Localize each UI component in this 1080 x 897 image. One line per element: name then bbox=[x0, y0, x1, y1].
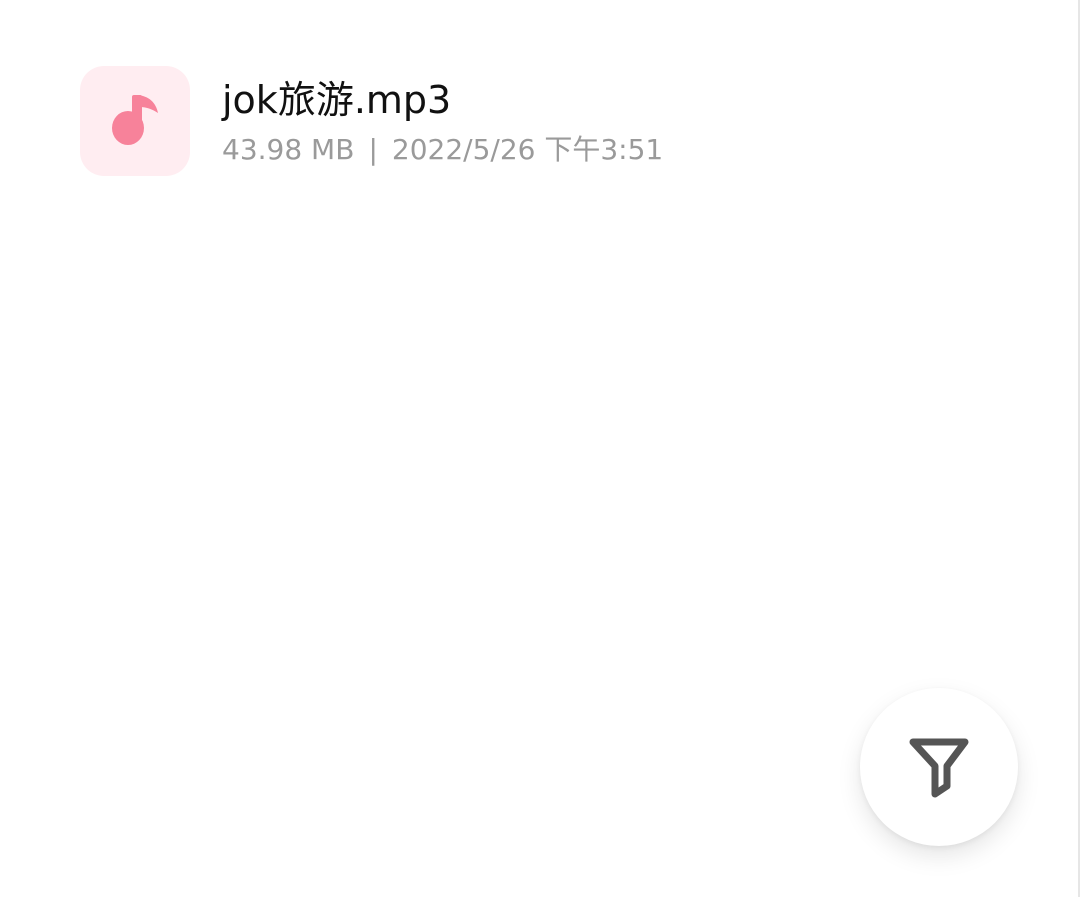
music-note-icon bbox=[112, 95, 158, 145]
file-list-item[interactable]: jok旅游.mp3 43.98 MB | 2022/5/26 下午3:51 bbox=[80, 66, 1040, 176]
file-modified-date: 2022/5/26 下午3:51 bbox=[391, 133, 664, 166]
filter-icon bbox=[909, 738, 969, 798]
file-size: 43.98 MB bbox=[222, 133, 355, 166]
file-name: jok旅游.mp3 bbox=[222, 78, 452, 122]
file-meta: 43.98 MB | 2022/5/26 下午3:51 bbox=[222, 132, 663, 168]
music-file-thumbnail bbox=[80, 66, 190, 176]
meta-separator: | bbox=[368, 133, 378, 166]
filter-button[interactable] bbox=[860, 688, 1018, 846]
